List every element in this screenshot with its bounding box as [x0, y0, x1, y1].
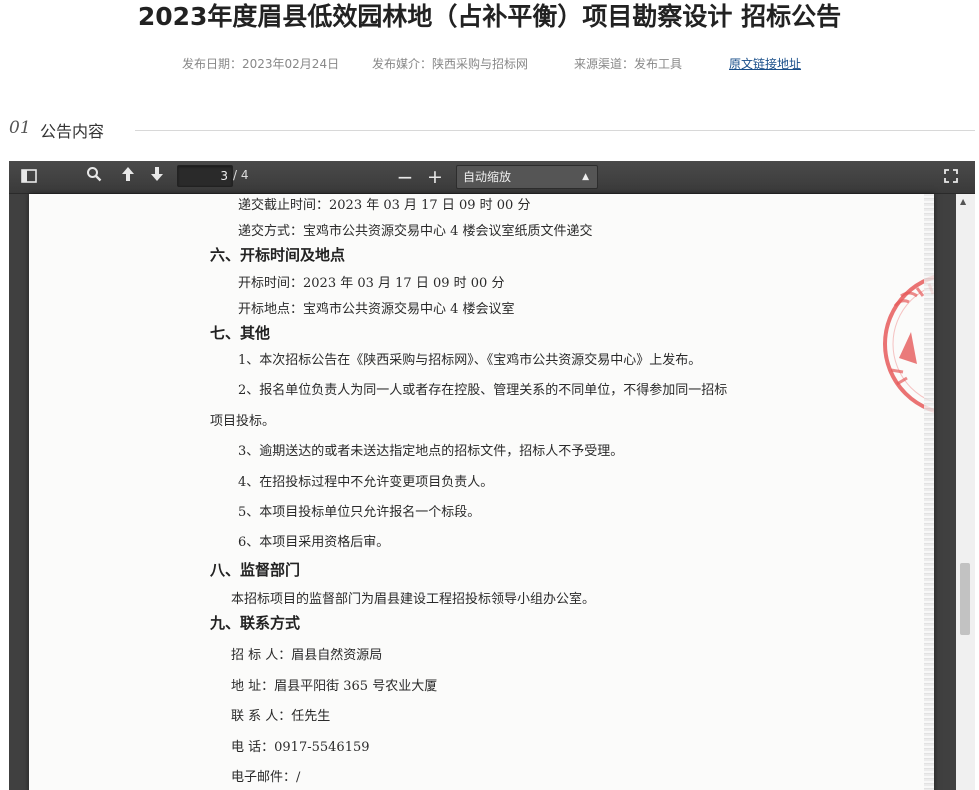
scrollbar-thumb[interactable] — [960, 563, 970, 635]
doc-line: 项目投标。 — [210, 414, 276, 429]
next-page-icon[interactable] — [146, 165, 168, 189]
doc-line: 电 话：0917-5546159 — [231, 740, 370, 755]
doc-heading: 七、其他 — [210, 324, 271, 342]
zoom-out-button[interactable]: − — [395, 165, 415, 189]
page-total: / 4 — [233, 168, 249, 182]
doc-line: 地 址：眉县平阳街 365 号农业大厦 — [231, 679, 438, 694]
doc-heading: 九、联系方式 — [210, 614, 301, 632]
publish-media: 发布媒介：陕西采购与招标网 — [372, 57, 529, 71]
pdf-toolbar: 3 / 4 − + 自动缩放 ▲ — [9, 161, 975, 194]
page-title: 2023年度眉县低效园林地（占补平衡）项目勘察设计 招标公告 — [137, 2, 842, 31]
page-edge-shadow — [924, 194, 934, 790]
source-channel: 来源渠道：发布工具 — [574, 57, 683, 71]
doc-line: 招 标 人：眉县自然资源局 — [231, 648, 383, 663]
doc-line: 开标地点：宝鸡市公共资源交易中心 4 楼会议室 — [238, 302, 515, 317]
doc-line: 4、在招投标过程中不允许变更项目负责人。 — [238, 475, 494, 490]
zoom-select[interactable]: 自动缩放 ▲ — [456, 165, 598, 189]
search-icon[interactable] — [83, 165, 105, 189]
doc-heading: 六、开标时间及地点 — [210, 246, 346, 264]
doc-line: 递交截止时间：2023 年 03 月 17 日 09 时 00 分 — [238, 198, 531, 213]
doc-line: 6、本项目采用资格后审。 — [238, 535, 390, 550]
scrollbar-track[interactable] — [956, 194, 975, 790]
doc-line: 2、报名单位负责人为同一人或者存在控股、管理关系的不同单位，不得参加同一招标 — [238, 383, 728, 398]
doc-heading: 八、监督部门 — [210, 561, 301, 579]
doc-line: 本招标项目的监督部门为眉县建设工程招投标领导小组办公室。 — [231, 592, 596, 607]
publish-date: 发布日期：2023年02月24日 — [182, 57, 340, 71]
scroll-up-icon[interactable]: ▲ — [960, 197, 966, 206]
doc-line: 1、本次招标公告在《陕西采购与招标网》、《宝鸡市公共资源交易中心》上发布。 — [238, 353, 702, 368]
page-number-input[interactable]: 3 — [177, 165, 233, 187]
section-header: 01 公告内容 — [9, 117, 975, 143]
doc-line: 开标时间：2023 年 03 月 17 日 09 时 00 分 — [238, 276, 505, 291]
pdf-page: 递交截止时间：2023 年 03 月 17 日 09 时 00 分 递交方式：宝… — [29, 194, 934, 790]
doc-line: 3、逾期送达的或者未送达指定地点的招标文件，招标人不予受理。 — [238, 444, 624, 459]
fullscreen-icon[interactable] — [940, 166, 962, 188]
previous-page-icon[interactable] — [117, 165, 139, 189]
section-number: 01 — [9, 118, 31, 138]
zoom-select-value: 自动缩放 — [463, 170, 512, 184]
doc-line: 电子邮件：/ — [231, 770, 301, 785]
section-divider — [135, 130, 975, 131]
doc-line: 联 系 人：任先生 — [231, 709, 331, 724]
sidebar-toggle-icon[interactable] — [19, 166, 39, 188]
chevron-updown-icon: ▲ — [582, 172, 589, 182]
zoom-in-button[interactable]: + — [425, 165, 445, 189]
doc-line: 5、本项目投标单位只允许报名一个标段。 — [238, 505, 481, 520]
original-link[interactable]: 原文链接地址 — [729, 55, 801, 72]
section-label: 公告内容 — [40, 122, 105, 141]
pdf-viewer: 3 / 4 − + 自动缩放 ▲ 递交截止时间：2023 年 03 月 17 日… — [9, 161, 975, 790]
doc-line: 递交方式：宝鸡市公共资源交易中心 4 楼会议室纸质文件递交 — [238, 224, 593, 239]
